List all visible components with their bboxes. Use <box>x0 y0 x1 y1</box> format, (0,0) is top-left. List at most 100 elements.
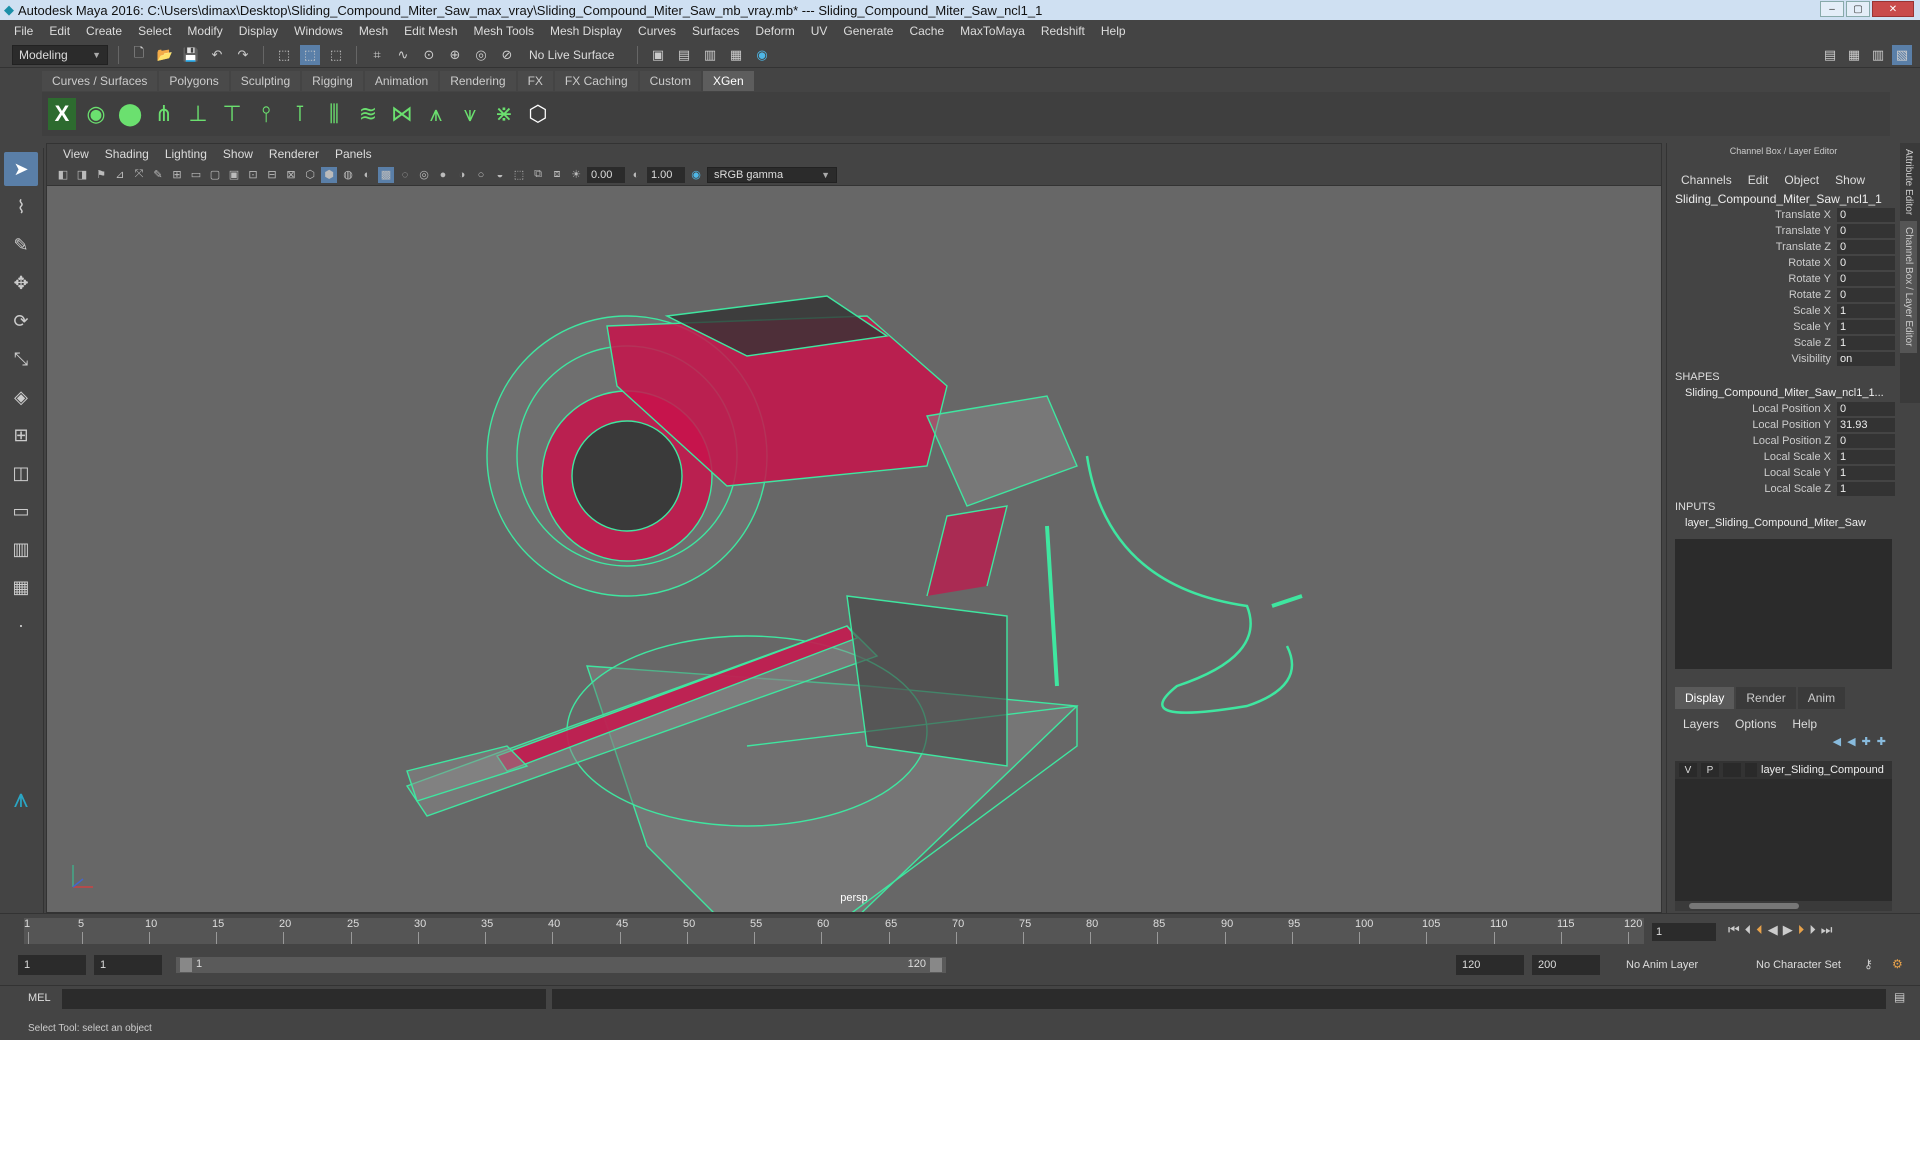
interactive-groom-icon[interactable]: ⩚ <box>422 98 450 130</box>
attr-row[interactable]: Scale Y 1 <box>1667 319 1900 335</box>
cb-menu-edit[interactable]: Edit <box>1742 173 1775 187</box>
step-forward-frame-icon[interactable]: ⏵ <box>1798 922 1805 938</box>
gamma-icon[interactable]: ◐ <box>628 167 644 183</box>
attr-row[interactable]: Scale Z 1 <box>1667 335 1900 351</box>
attr-value[interactable]: 0 <box>1837 224 1895 238</box>
layer-row[interactable]: V P layer_Sliding_Compound <box>1675 761 1892 779</box>
tool-settings-icon[interactable]: ▥ <box>1868 45 1888 65</box>
attr-row[interactable]: Translate Y 0 <box>1667 223 1900 239</box>
menu-surfaces[interactable]: Surfaces <box>684 24 747 38</box>
attr-row[interactable]: Scale X 1 <box>1667 303 1900 319</box>
anim-layer-dropdown[interactable]: No Anim Layer <box>1620 955 1730 975</box>
cb-menu-show[interactable]: Show <box>1829 173 1871 187</box>
ssao-icon[interactable]: ○ <box>473 167 489 183</box>
color-management-icon[interactable]: ◉ <box>688 167 704 183</box>
tab-channel-box[interactable]: Channel Box / Layer Editor <box>1900 221 1917 353</box>
tab-display[interactable]: Display <box>1675 687 1735 709</box>
tab-fx[interactable]: FX <box>517 71 553 91</box>
layers-icon[interactable]: ≋ <box>354 98 382 130</box>
image-plane-icon[interactable]: ⊿ <box>112 167 128 183</box>
step-back-frame-icon[interactable]: ⏴ <box>1756 922 1763 938</box>
gamma-field[interactable]: 1.00 <box>647 166 685 183</box>
move-layer-down-icon[interactable]: ◀ <box>1847 735 1855 755</box>
attr-row[interactable]: Rotate X 0 <box>1667 255 1900 271</box>
field-chart-icon[interactable]: ⊡ <box>245 167 261 183</box>
layer-color-swatch[interactable] <box>1745 763 1757 777</box>
grease-pencil-icon[interactable]: ✎ <box>150 167 166 183</box>
command-input[interactable] <box>62 989 546 1009</box>
new-layer-selected-icon[interactable]: ✚ <box>1877 735 1886 755</box>
ly-menu-layers[interactable]: Layers <box>1677 717 1725 731</box>
channel-box-icon[interactable]: ▧ <box>1892 44 1912 65</box>
menu-maxtomaya[interactable]: MaxToMaya <box>952 24 1033 38</box>
key-icon[interactable]: ⚷ <box>1864 957 1873 971</box>
menu-help[interactable]: Help <box>1093 24 1134 38</box>
select-object-icon[interactable]: ⬚ <box>300 44 320 65</box>
rebuild-guides-icon[interactable]: ⫼ <box>320 98 348 130</box>
attr-row[interactable]: Local Position X 0 <box>1667 401 1900 417</box>
xgen-help-icon[interactable]: ⬡ <box>524 98 552 130</box>
play-forwards-icon[interactable]: ▶ <box>1783 922 1793 938</box>
lights-icon[interactable]: ● <box>435 167 451 183</box>
menu-display[interactable]: Display <box>231 24 286 38</box>
layout-uv-icon[interactable]: ▦ <box>4 570 38 604</box>
move-layer-up-icon[interactable]: ◀ <box>1833 735 1841 755</box>
tab-rendering[interactable]: Rendering <box>440 71 516 91</box>
attr-value[interactable]: 0 <box>1837 256 1895 270</box>
attr-value[interactable]: on <box>1837 352 1895 366</box>
layer-playback-toggle[interactable]: P <box>1701 763 1719 777</box>
step-forward-key-icon[interactable]: ⏵ <box>1809 922 1816 938</box>
attr-value[interactable]: 0 <box>1837 208 1895 222</box>
attr-row[interactable]: Visibility on <box>1667 351 1900 367</box>
lasso-tool-icon[interactable]: ⌇ <box>4 190 38 224</box>
grid-icon[interactable]: ⊞ <box>169 167 185 183</box>
vp-menu-renderer[interactable]: Renderer <box>261 147 327 161</box>
playback-start-field[interactable]: 1 <box>94 955 162 975</box>
vp-menu-panels[interactable]: Panels <box>327 147 380 161</box>
guide-length-icon[interactable]: ⫯ <box>252 98 280 130</box>
snap-surface-icon[interactable]: ◎ <box>471 45 491 65</box>
layout-two-icon[interactable]: ◫ <box>4 456 38 490</box>
attr-row[interactable]: Rotate Y 0 <box>1667 271 1900 287</box>
play-backwards-icon[interactable]: ◀ <box>1768 922 1778 938</box>
timeline-track[interactable]: 1 5 10 15 20 25 30 35 40 45 50 55 60 65 70 75 80 85 90 95 10… <box>24 918 1644 944</box>
attribute-editor-icon[interactable]: ▦ <box>1844 45 1864 65</box>
select-tool-icon[interactable]: ➤ <box>4 152 38 186</box>
camera-icon[interactable]: ◧ <box>55 167 71 183</box>
film-gate-icon[interactable]: ▭ <box>188 167 204 183</box>
script-editor-icon[interactable]: ▤ <box>1894 990 1905 1004</box>
attr-value[interactable]: 1 <box>1837 304 1895 318</box>
attr-row[interactable]: Local Scale Z 1 <box>1667 481 1900 497</box>
safe-action-icon[interactable]: ⊟ <box>264 167 280 183</box>
wireframe-icon[interactable]: ⬡ <box>302 167 318 183</box>
xgen-guides-icon[interactable]: ⋔ <box>150 98 178 130</box>
paint-select-icon[interactable]: ✎ <box>4 228 38 262</box>
ly-menu-help[interactable]: Help <box>1786 717 1823 731</box>
menu-redshift[interactable]: Redshift <box>1033 24 1093 38</box>
vp-menu-view[interactable]: View <box>55 147 97 161</box>
menu-mesh-display[interactable]: Mesh Display <box>542 24 630 38</box>
object-name[interactable]: Sliding_Compound_Miter_Saw_ncl1_1 <box>1667 191 1900 207</box>
menu-edit-mesh[interactable]: Edit Mesh <box>396 24 465 38</box>
select-hierarchy-icon[interactable]: ⬚ <box>274 45 294 65</box>
close-button[interactable]: ✕ <box>1872 1 1914 17</box>
rotate-tool-icon[interactable]: ⟳ <box>4 304 38 338</box>
scrollbar-thumb[interactable] <box>1689 903 1799 909</box>
menu-file[interactable]: File <box>6 24 41 38</box>
menu-deform[interactable]: Deform <box>747 24 802 38</box>
2d-pan-icon[interactable]: ⤧ <box>131 167 147 183</box>
maximize-button[interactable]: ▢ <box>1846 1 1870 17</box>
attr-value[interactable]: 0 <box>1837 402 1895 416</box>
attr-row[interactable]: Rotate Z 0 <box>1667 287 1900 303</box>
smooth-shade-icon[interactable]: ⬢ <box>321 166 337 183</box>
range-slider[interactable]: 1 120 <box>176 957 946 973</box>
character-set-dropdown[interactable]: No Character Set <box>1750 955 1860 975</box>
menu-mesh[interactable]: Mesh <box>351 24 396 38</box>
wireframe-on-shaded-icon[interactable]: ▩ <box>378 166 394 183</box>
go-to-end-icon[interactable]: ⏭ <box>1821 922 1833 938</box>
step-back-key-icon[interactable]: ⏴ <box>1745 922 1752 938</box>
attr-value[interactable]: 1 <box>1837 450 1895 464</box>
attr-value[interactable]: 1 <box>1837 320 1895 334</box>
layer-visibility-toggle[interactable]: V <box>1679 763 1697 777</box>
auto-key-icon[interactable]: ⚙ <box>1892 957 1903 971</box>
